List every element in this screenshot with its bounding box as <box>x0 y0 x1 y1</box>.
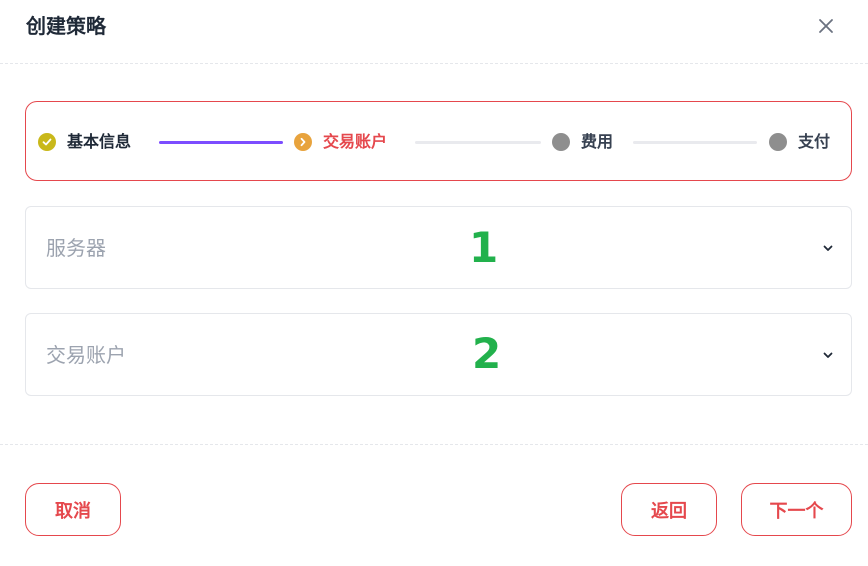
annotation-marker-1: 1 <box>469 223 499 272</box>
chevron-right-circle-icon <box>294 133 312 151</box>
dot-icon <box>552 133 570 151</box>
step-connector <box>633 141 757 144</box>
annotation-marker-2: 2 <box>472 329 502 378</box>
step-connector <box>415 141 541 144</box>
step-fees[interactable]: 费用 <box>552 130 613 154</box>
chevron-down-icon <box>823 245 833 251</box>
dialog-header: 创建策略 <box>0 0 868 64</box>
close-button[interactable] <box>812 12 840 40</box>
check-circle-icon <box>38 133 56 151</box>
step-label: 交易账户 <box>323 132 388 151</box>
server-select-placeholder: 服务器 <box>46 236 106 260</box>
close-icon <box>819 19 833 33</box>
footer-divider <box>0 444 868 445</box>
step-label: 基本信息 <box>67 132 132 151</box>
step-trading-account[interactable]: 交易账户 <box>294 130 387 154</box>
dialog-title: 创建策略 <box>26 14 106 38</box>
step-basic-info[interactable]: 基本信息 <box>38 130 131 154</box>
step-payment[interactable]: 支付 <box>769 130 830 154</box>
step-connector-complete <box>159 141 283 144</box>
next-button[interactable]: 下一个 <box>741 483 852 536</box>
back-button[interactable]: 返回 <box>621 483 717 536</box>
server-select[interactable]: 服务器 <box>25 206 852 289</box>
chevron-down-icon <box>823 352 833 358</box>
step-indicator: 基本信息 交易账户 费用 支付 <box>25 101 852 181</box>
trading-account-select[interactable]: 交易账户 <box>25 313 852 396</box>
trading-account-select-placeholder: 交易账户 <box>46 343 126 367</box>
dot-icon <box>769 133 787 151</box>
step-label: 支付 <box>798 132 831 151</box>
step-label: 费用 <box>581 132 614 151</box>
cancel-button[interactable]: 取消 <box>25 483 121 536</box>
